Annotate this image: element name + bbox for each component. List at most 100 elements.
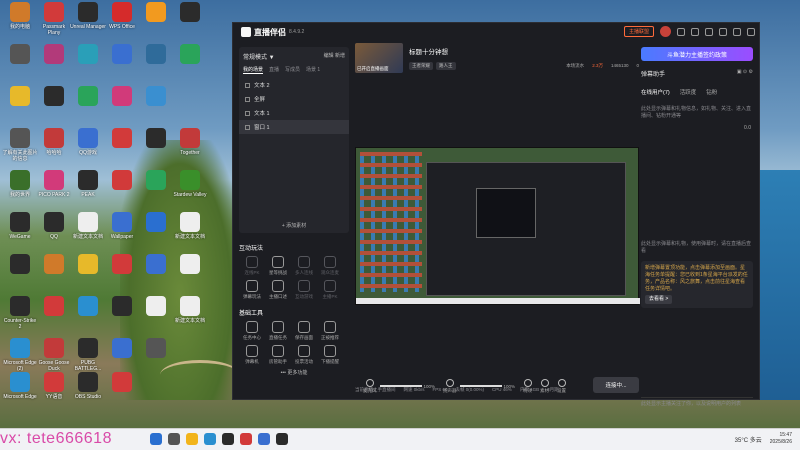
danmaku-tab[interactable]: 钻粉 (706, 88, 717, 96)
stream-preview[interactable] (355, 147, 640, 305)
desktop-icon[interactable] (138, 212, 174, 234)
checkbox-icon[interactable] (245, 110, 250, 116)
interactive-item[interactable]: 观众连麦 (317, 256, 343, 276)
scene-actions[interactable]: 编辑 新增 (324, 52, 345, 61)
desktop-icon[interactable]: 了解有关此图片的信息 (2, 128, 38, 162)
desktop-icon[interactable] (138, 338, 174, 360)
desktop-icon[interactable] (104, 338, 140, 360)
edge-icon[interactable] (204, 433, 216, 445)
desktop-icon[interactable] (104, 128, 140, 150)
clock[interactable]: 15:47 2025/8/26 (770, 432, 792, 446)
desktop-icon[interactable]: Passmark Plany (36, 2, 72, 36)
desktop-icon[interactable]: Wallpaper (104, 212, 140, 240)
interactive-item[interactable]: 连线PK (239, 256, 265, 276)
desktop-icon[interactable]: QQ游戏 (70, 128, 106, 156)
desktop-icon[interactable]: OBS Studio (70, 372, 106, 400)
tool-item[interactable]: 下播提醒 (317, 345, 343, 365)
app-icon[interactable] (222, 433, 234, 445)
desktop-icon[interactable]: 我的电脑 (2, 2, 38, 30)
desktop-icon[interactable] (104, 44, 140, 66)
desktop-icon[interactable] (70, 254, 106, 276)
desktop-icon[interactable] (70, 44, 106, 66)
source-item[interactable]: 文本 2 (239, 78, 349, 92)
stream-tag[interactable]: 王者荣耀 (409, 62, 433, 70)
desktop-icon[interactable]: YY语音 (36, 372, 72, 400)
tool-item[interactable]: 正被推荐 (317, 321, 343, 341)
desktop-icon[interactable] (138, 296, 174, 318)
source-item[interactable]: 全屏 (239, 92, 349, 106)
desktop-icon[interactable]: Microsoft Edge (2, 372, 38, 400)
desktop-icon[interactable]: 我的世界 (2, 170, 38, 198)
desktop-icon[interactable] (104, 372, 140, 394)
desktop-icon[interactable] (138, 254, 174, 276)
danmaku-tab[interactable]: 在线用户(7) (641, 88, 670, 96)
desktop-icon[interactable]: WeGame (2, 212, 38, 240)
desktop-icon[interactable]: 新建文本文档 (172, 212, 208, 240)
user-avatar[interactable] (660, 26, 671, 37)
checkbox-icon[interactable] (245, 96, 250, 102)
tool-item[interactable]: 直播任务 (265, 321, 291, 341)
promo-banner[interactable]: 斗鱼潜力主播签约政策 (641, 47, 753, 61)
danmaku-panel-icons[interactable]: ▣ ⊙ ⚙ (737, 69, 753, 78)
desktop-icon[interactable] (36, 86, 72, 108)
desktop-icon[interactable]: QQ (36, 212, 72, 240)
scene-tab[interactable]: 直播 (269, 66, 279, 74)
start-icon[interactable] (150, 433, 162, 445)
desktop-icon[interactable] (138, 44, 174, 66)
desktop-icon[interactable]: Together (172, 128, 208, 156)
scene-tab[interactable]: 场景 1 (306, 66, 320, 74)
danmaku-tab[interactable]: 活跃度 (680, 88, 697, 96)
source-item[interactable]: 窗口 1 (239, 120, 349, 134)
desktop-icon[interactable] (2, 44, 38, 66)
desktop-icon[interactable] (172, 44, 208, 66)
tool-item[interactable]: 投票活动 (291, 345, 317, 365)
tool-item[interactable]: 保存画面 (291, 321, 317, 341)
minimize-icon[interactable] (719, 27, 727, 36)
desktop-icon[interactable]: Microsoft Edge (2) (2, 338, 38, 372)
stream-title[interactable]: 标题十分钟想 (409, 46, 456, 56)
notice-cta-button[interactable]: 去看看 > (645, 295, 673, 304)
add-source-button[interactable]: + 添加素材 (239, 222, 349, 229)
desktop-icon[interactable] (2, 254, 38, 276)
interactive-item[interactable]: 主播PK (317, 280, 343, 300)
app-icon-4[interactable] (276, 433, 288, 445)
desktop-icon[interactable]: 新建文本文档 (70, 212, 106, 240)
maximize-icon[interactable] (733, 27, 741, 36)
desktop-icon[interactable] (138, 2, 174, 24)
desktop-icon[interactable] (104, 296, 140, 318)
desktop-icon[interactable] (36, 296, 72, 318)
desktop-icon[interactable] (138, 128, 174, 150)
close-icon[interactable] (747, 27, 755, 36)
desktop-icon[interactable] (36, 44, 72, 66)
interactive-item[interactable]: 弹幕玩法 (239, 280, 265, 300)
desktop-icon[interactable] (70, 296, 106, 318)
tool-item[interactable]: 任务中心 (239, 321, 265, 341)
desktop-icon[interactable]: WPS Office (104, 2, 140, 30)
start-live-button[interactable]: 主播联盟 (623, 26, 654, 37)
desktop-icon[interactable] (104, 170, 140, 192)
scene-tab[interactable]: 我的场景 (243, 66, 264, 74)
desktop-icon[interactable]: Counter-Strike 2 (2, 296, 38, 330)
search-icon[interactable] (168, 433, 180, 445)
interactive-item[interactable]: 星等挑战 (265, 256, 291, 276)
desktop-icon[interactable]: Unreal Manager (70, 2, 106, 30)
checkbox-icon[interactable] (245, 82, 250, 88)
interactive-item[interactable]: 多人连线 (291, 256, 317, 276)
folder-icon[interactable] (186, 433, 198, 445)
desktop-icon[interactable] (172, 254, 208, 276)
desktop-icon[interactable] (138, 86, 174, 108)
desktop-icon[interactable] (104, 86, 140, 108)
desktop-icon[interactable] (104, 254, 140, 276)
stream-tag[interactable]: 路人王 (436, 62, 456, 70)
interactive-item[interactable]: 主播口述 (265, 280, 291, 300)
desktop-icon[interactable]: PICO PARK 2 (36, 170, 72, 198)
scene-tab[interactable]: 写成员 (285, 66, 300, 74)
tool-item[interactable]: 房管助手 (265, 345, 291, 365)
desktop-icon[interactable] (138, 170, 174, 192)
message-icon[interactable] (677, 27, 685, 36)
stream-cover[interactable]: 已开启直播画面 (355, 43, 403, 73)
source-item[interactable]: 文本 1 (239, 106, 349, 120)
desktop-icon[interactable] (172, 2, 208, 24)
desktop-icon[interactable]: Goose Goose Duck (36, 338, 72, 372)
interactive-item[interactable]: 互动游戏 (291, 280, 317, 300)
